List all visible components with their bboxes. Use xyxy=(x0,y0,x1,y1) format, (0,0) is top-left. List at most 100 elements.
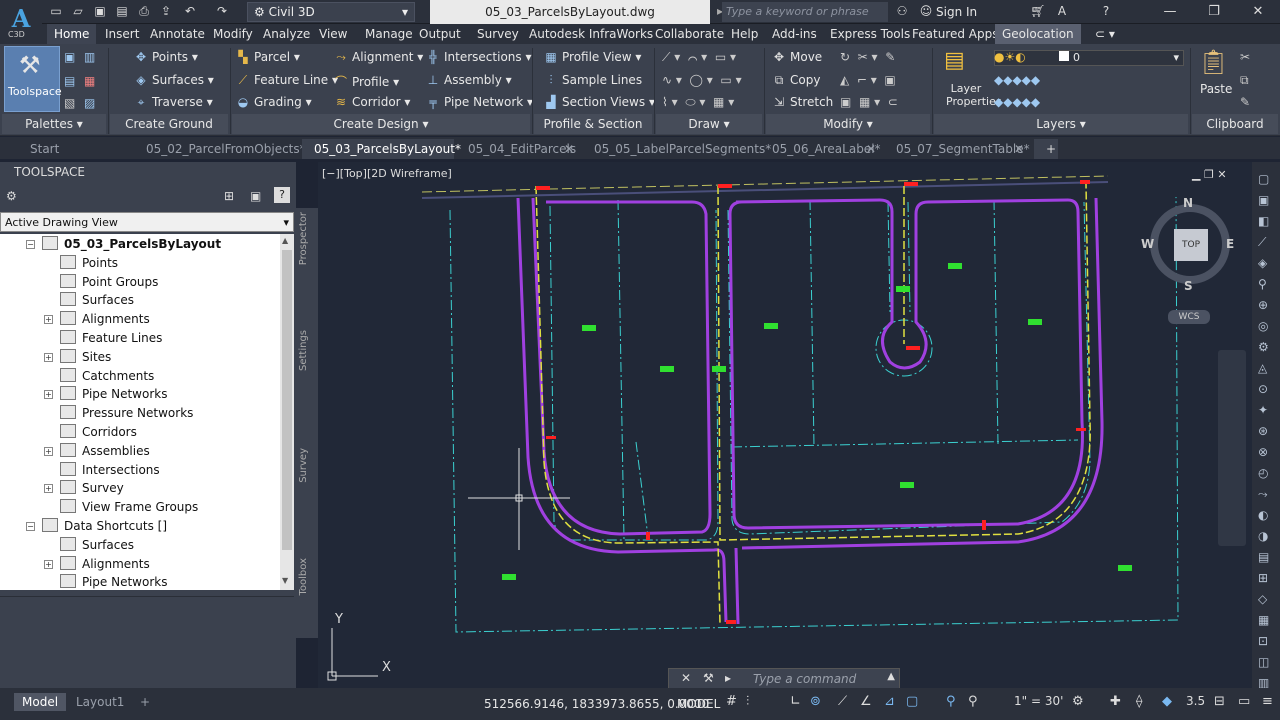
close-icon[interactable]: ✕ xyxy=(681,671,691,685)
tree-item-points[interactable]: Points xyxy=(60,254,118,273)
grading-button[interactable]: ◒ Grading ▾ xyxy=(236,95,312,109)
toolspace-tree-icon[interactable]: ⊞ xyxy=(224,189,234,203)
toolspace-button[interactable]: ⚒ Toolspace xyxy=(4,46,62,112)
layer-properties-icon[interactable]: ▤ xyxy=(944,48,965,73)
tree-scrollbar[interactable]: ▲ ▼ xyxy=(280,234,294,590)
tab-geolocation[interactable]: Geolocation xyxy=(995,24,1081,44)
expand-toggle-icon[interactable]: + xyxy=(44,446,53,456)
document-tab[interactable]: 05_04_EditParcels ✕ xyxy=(456,139,580,159)
auto-scale-icon[interactable]: ⚲ xyxy=(968,694,978,709)
expand-toggle-icon[interactable]: + xyxy=(44,559,53,569)
toolspace-list-icon[interactable]: ▣ xyxy=(250,189,261,203)
draw-panel-title[interactable]: Draw ▾ xyxy=(656,114,762,134)
right-tool-icon[interactable]: ◑ xyxy=(1258,529,1268,543)
tab-featured-apps[interactable]: Featured Apps xyxy=(905,24,1005,44)
expand-toggle-icon[interactable]: + xyxy=(44,352,53,362)
compass-south[interactable]: S xyxy=(1184,279,1193,293)
design-center-icon[interactable]: ▧ xyxy=(64,96,75,110)
tab-home[interactable]: Home xyxy=(47,24,97,44)
tab-express-tools[interactable]: Express Tools xyxy=(823,24,917,44)
viewcube-top-face[interactable]: TOP xyxy=(1174,229,1208,261)
annotation-monitor-icon[interactable]: ✚ xyxy=(1110,694,1121,709)
undo-icon[interactable]: ↶ xyxy=(182,3,198,19)
workspace-select[interactable]: ⚙ Civil 3D ▾ xyxy=(247,2,415,22)
points-button[interactable]: ✥ Points ▾ xyxy=(134,50,198,64)
close-tab-icon[interactable]: ✕ xyxy=(866,139,876,159)
save-icon[interactable]: ▣ xyxy=(92,3,108,19)
side-tab-settings[interactable]: Settings xyxy=(298,330,309,371)
compass-west[interactable]: W xyxy=(1141,237,1154,251)
right-tool-icon[interactable]: ⊞ xyxy=(1258,571,1268,585)
tab-analyze[interactable]: Analyze xyxy=(256,24,317,44)
right-tool-icon[interactable]: ◴ xyxy=(1258,466,1268,480)
right-tool-icon[interactable]: ⊕ xyxy=(1258,298,1268,312)
grid-icon[interactable]: # xyxy=(726,694,737,709)
tab-help[interactable]: Help xyxy=(724,24,765,44)
snap-icon[interactable]: ⫶ xyxy=(746,694,749,709)
tool-palette-icon[interactable]: ▤ xyxy=(64,74,75,88)
iso-draft-icon[interactable]: ⟋ xyxy=(838,694,847,709)
plot-icon[interactable]: ⎙ xyxy=(136,3,152,19)
command-line[interactable]: ✕ ⚒ ▸ Type a command ▲ xyxy=(668,668,900,690)
corridor-button[interactable]: ≋ Corridor ▾ xyxy=(334,95,410,109)
layout1-tab[interactable]: Layout1 xyxy=(68,693,132,711)
assembly-button[interactable]: ⊥ Assembly ▾ xyxy=(426,73,512,87)
model-tab[interactable]: Model xyxy=(14,693,67,711)
right-tool-icon[interactable]: ◎ xyxy=(1258,319,1268,333)
line-icon[interactable]: ⟋ ▾ ⌒ ▾ ▭ ▾ xyxy=(662,50,736,65)
layer-properties-label[interactable]: Layer Properties xyxy=(946,82,1002,108)
tree-item-alignments[interactable]: + Alignments xyxy=(44,310,150,329)
tree-item-pipe-networks[interactable]: Pipe Networks xyxy=(60,573,167,590)
move-button[interactable]: ✥ Move xyxy=(772,50,822,64)
design-panel-title[interactable]: Create Design ▾ xyxy=(232,114,530,134)
cart-icon[interactable]: 🛒︎ xyxy=(1030,3,1046,19)
object-snap-tracking-icon[interactable]: ∠ xyxy=(860,694,872,709)
tab-collaborate[interactable]: Collaborate xyxy=(648,24,731,44)
tree-item-corridors[interactable]: Corridors xyxy=(60,423,137,442)
application-menu-button[interactable]: A C3D xyxy=(0,0,42,44)
right-tool-icon[interactable]: ⚙ xyxy=(1258,340,1269,354)
right-tool-icon[interactable]: ▤ xyxy=(1258,550,1269,564)
navigation-bar[interactable] xyxy=(1218,350,1246,546)
right-tool-icon[interactable]: ▣ xyxy=(1258,193,1269,207)
right-tool-icon[interactable]: ▢ xyxy=(1258,172,1269,186)
command-input[interactable]: Type a command xyxy=(753,672,856,686)
document-tab[interactable]: 05_06_AreaLabel* ✕ xyxy=(760,139,882,159)
tree-item-pressure-networks[interactable]: Pressure Networks xyxy=(60,404,193,423)
ground-panel-title[interactable]: Create Ground Data ▾ xyxy=(110,114,228,151)
binoculars-icon[interactable]: ⚇ xyxy=(894,3,910,19)
modify-panel-title[interactable]: Modify ▾ xyxy=(766,114,930,134)
cut-icon[interactable]: ✂ xyxy=(1240,50,1250,64)
copy-button[interactable]: ⧉ Copy xyxy=(772,73,821,88)
search-input[interactable]: Type a keyword or phrase xyxy=(722,2,888,22)
layer-tools-icon[interactable]: ◆◆◆◆◆ xyxy=(994,73,1040,87)
tab-insert[interactable]: Insert xyxy=(98,24,146,44)
side-tab-survey[interactable]: Survey xyxy=(298,448,309,483)
ortho-icon[interactable]: ∟ xyxy=(790,694,801,709)
tree-item-pipe-networks[interactable]: + Pipe Networks xyxy=(44,385,167,404)
intersections-button[interactable]: ╬ Intersections ▾ xyxy=(426,50,531,64)
annotation-visibility-icon[interactable]: ⚲ xyxy=(946,694,956,709)
surfaces-button[interactable]: ◈ Surfaces ▾ xyxy=(134,73,213,87)
tree-item-surfaces[interactable]: Surfaces xyxy=(60,291,134,310)
right-tool-icon[interactable]: ⊗ xyxy=(1258,445,1268,459)
section-views-button[interactable]: ▟ Section Views ▾ xyxy=(544,95,655,109)
panorama-icon[interactable]: ▥ xyxy=(84,50,95,64)
compass-north[interactable]: N xyxy=(1183,196,1193,210)
command-history-icon[interactable]: ▸ xyxy=(725,671,731,685)
tree-item-05-03-parcelsbylayout[interactable]: − 05_03_ParcelsByLayout xyxy=(26,235,221,254)
units-icon[interactable]: ⟠ xyxy=(1136,694,1142,709)
right-tool-icon[interactable]: ⤳ xyxy=(1258,487,1268,502)
paste-label[interactable]: Paste xyxy=(1200,82,1232,96)
side-tab-prospector[interactable]: Prospector xyxy=(298,212,309,265)
right-tool-icon[interactable]: ◐ xyxy=(1258,508,1268,522)
spline-icon[interactable]: ⌇ ▾ ⬭ ▾ ▦ ▾ xyxy=(662,95,734,110)
tab-survey[interactable]: Survey xyxy=(470,24,526,44)
right-tool-icon[interactable]: ◫ xyxy=(1258,655,1269,669)
profile-view-button[interactable]: ▦ Profile View ▾ xyxy=(544,50,641,64)
layer-manager-icon[interactable]: ▨ xyxy=(84,96,95,110)
right-tool-icon[interactable]: ⊡ xyxy=(1258,634,1268,648)
paste-icon[interactable]: 📋︎ xyxy=(1198,48,1228,76)
right-tool-icon[interactable]: ⊛ xyxy=(1258,424,1268,438)
prospector-icon[interactable]: ▣ xyxy=(64,50,75,64)
